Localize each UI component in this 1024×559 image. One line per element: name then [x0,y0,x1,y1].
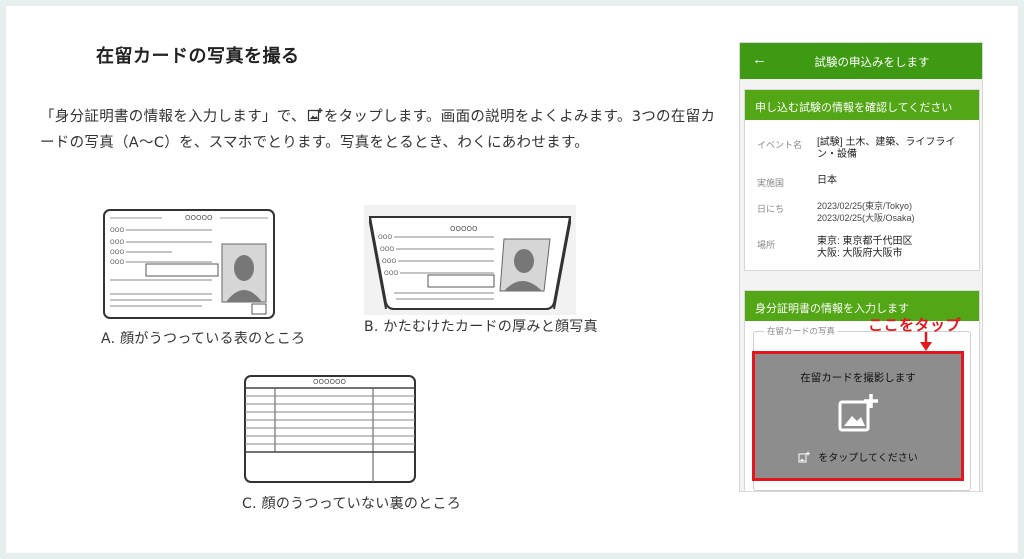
card-row-label: OOO [110,227,124,234]
card-back-illustration: OOOOOO [244,375,416,483]
card-row-label: OOO [380,246,394,253]
shoot-title: 在留カードを撮影します [800,372,916,384]
card-row-label: OOO [378,234,392,241]
field-legend: 在留カードの写真 [764,325,839,337]
info-value-event: [試験] 土木、建築、ライフライン・設備 [817,137,956,160]
info-label-place: 場所 [757,240,776,250]
arrow-down-icon [920,332,932,351]
card-code: OOOOOO [313,378,347,386]
card-tilted-illustration: OOOOO OOO OOO OOO OOO [364,205,576,315]
instruction-before: 「身分証明書の情報を入力します」で、 [40,109,306,125]
info-value-date: 2023/02/25(東京/Tokyo) 2023/02/25(大阪/Osaka… [817,201,915,223]
phone-screenshot: ← 試験の申込みをします 申し込む試験の情報を確認してください イベント名 [試… [739,42,983,492]
page-title: 在留カードの写真を撮る [96,46,300,67]
card-row-label: OOO [110,259,124,266]
add-photo-icon [798,451,811,463]
card-row-label: OOO [110,239,124,246]
info-value-place: 東京: 東京都千代田区 大阪: 大阪府大阪市 [817,236,913,259]
caption-a: A. 顔がうつっている表のところ [101,331,306,347]
info-label-country: 実施国 [757,178,785,188]
take-residence-card-photo-button[interactable]: 在留カードを撮影します をタップしてください [752,351,964,481]
card-row-label: OOO [110,249,124,256]
app-bar: ← 試験の申込みをします [740,43,982,79]
app-title: 試験の申込みをします [814,57,930,69]
card-front-illustration: OOOOO OOO OOO OOO OOO [103,209,275,319]
tap-instruction: をタップしてください [755,449,961,464]
info-label-date: 日にち [757,204,785,214]
caption-c: C. 顔のうつっていない裏のところ [242,496,462,512]
instruction-text: 「身分証明書の情報を入力します」で、 をタップします。画面の説明をよくよみます。3… [40,104,720,156]
card-row-label: OOO [384,270,398,277]
card-row-label: OOO [382,258,396,265]
add-photo-icon [838,394,878,432]
add-photo-icon [307,108,323,122]
tap-instruction-text: をタップしてください [818,453,918,464]
info-value-country: 日本 [817,175,837,186]
confirm-panel-header: 申し込む試験の情報を確認してください [745,90,979,120]
tap-here-annotation: ここをタップ [868,316,962,334]
info-label-event: イベント名 [757,140,803,150]
card-code: OOOOO [185,214,213,222]
confirm-panel: 申し込む試験の情報を確認してください イベント名 [試験] 土木、建築、ライフラ… [744,89,980,271]
caption-b: B. かたむけたカードの厚みと顔写真 [364,319,598,335]
card-code: OOOOO [450,225,478,233]
